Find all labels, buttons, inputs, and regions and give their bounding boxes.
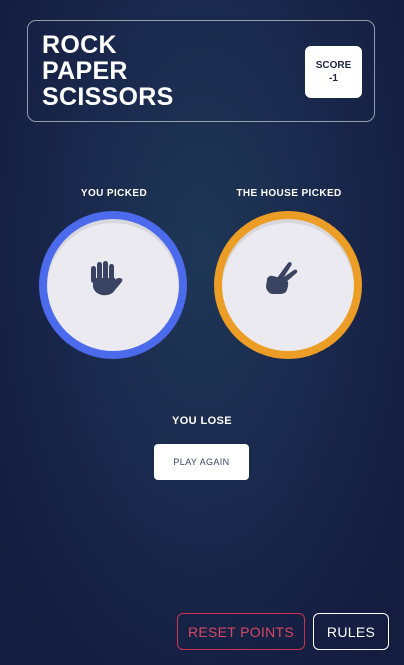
you-picked-label: YOU PICKED [80, 188, 148, 199]
title-line-paper: PAPER [42, 57, 128, 85]
score-box: SCORE -1 [305, 46, 362, 98]
player-pick-paper-token [39, 211, 187, 359]
house-picked-label: THE HOUSE PICKED [236, 188, 342, 199]
scissors-hand-icon [266, 262, 298, 294]
house-pick-scissors-token [214, 211, 362, 359]
title-line-scissors: SCISSORS [42, 83, 174, 111]
reset-points-button[interactable]: RESET POINTS [177, 613, 305, 650]
score-label: SCORE [315, 60, 352, 71]
score-value: -1 [329, 73, 338, 84]
rules-button[interactable]: RULES [313, 613, 389, 650]
result-text: YOU LOSE [171, 415, 233, 427]
play-again-button[interactable]: PLAY AGAIN [154, 444, 249, 480]
paper-hand-icon [91, 261, 123, 296]
game-title: ROCK PAPER SCISSORS [42, 32, 174, 110]
header-panel: ROCK PAPER SCISSORS SCORE -1 [27, 20, 375, 122]
title-line-rock: ROCK [42, 31, 117, 59]
